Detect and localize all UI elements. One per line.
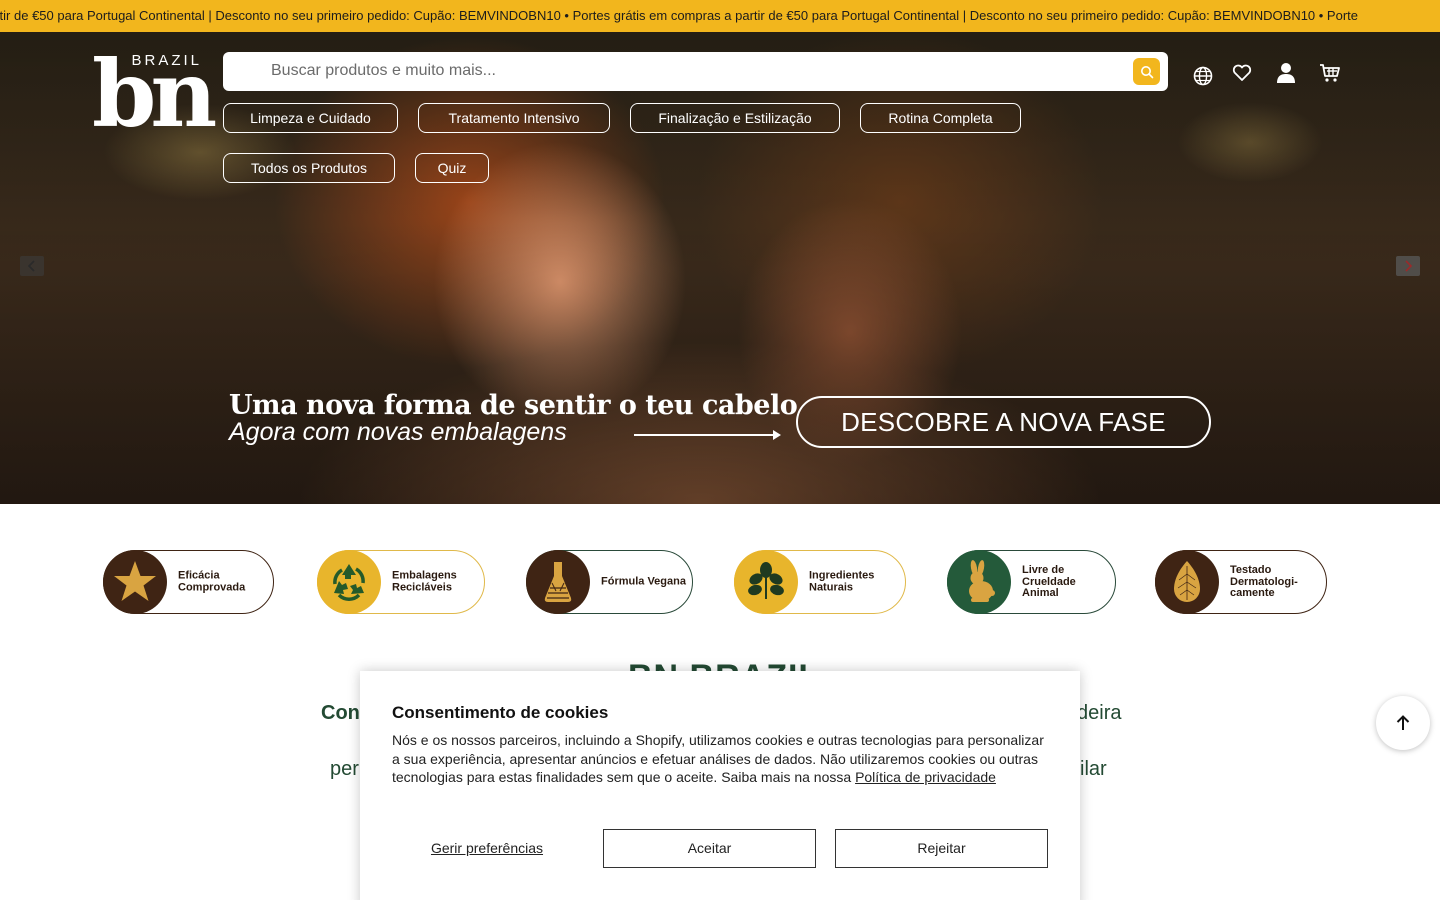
leaf-icon [748, 562, 784, 599]
badge-label: Fórmula Vegana [601, 575, 686, 588]
nav-item-tratamento[interactable]: Tratamento Intensivo [418, 103, 610, 133]
badge-dermatologico-circle [1155, 550, 1219, 614]
intro-text-fragment: deira [1077, 702, 1122, 724]
badge-eficacia-circle [103, 550, 167, 614]
nav-item-limpeza[interactable]: Limpeza e Cuidado [223, 103, 398, 133]
announcement-bar: artir de €50 para Portugal Continental |… [0, 0, 1440, 32]
hero-cta-button[interactable]: DESCOBRE A NOVA FASE [796, 396, 1211, 448]
badge-crueldade-circle [947, 550, 1011, 614]
star-icon [114, 561, 156, 601]
scroll-to-top-button[interactable] [1376, 696, 1430, 750]
nav-item-todos[interactable]: Todos os Produtos [223, 153, 395, 183]
reject-button[interactable]: Rejeitar [835, 829, 1048, 868]
cart-button[interactable] [1318, 61, 1342, 85]
badge-label: Testado Dermatologi- camente [1230, 563, 1298, 599]
announcement-text: artir de €50 para Portugal Continental |… [0, 8, 1359, 23]
arrow-up-icon [1396, 715, 1410, 730]
badge-label: Eficácia Comprovada [178, 569, 246, 593]
search-bar[interactable]: Buscar produtos e muito mais... [223, 52, 1168, 91]
hero-headline: Uma nova forma de sentir o teu cabelo [229, 390, 798, 421]
hero-subline: Agora com novas embalagens [229, 418, 567, 446]
manage-preferences-button[interactable]: Gerir preferências [392, 829, 582, 867]
search-input[interactable]: Buscar produtos e muito mais... [271, 62, 496, 80]
accept-button[interactable]: Aceitar [603, 829, 816, 868]
rabbit-icon [969, 560, 995, 602]
globe-icon [1193, 66, 1213, 86]
nav-item-finalizacao[interactable]: Finalização e Estilização [630, 103, 840, 133]
logo-bn-text: bn [92, 40, 217, 148]
intro-text-fragment: Con [321, 702, 360, 724]
badge-ingredientes: Ingredientes Naturais [734, 550, 906, 614]
badge-label: Embalagens Recicláveis [392, 569, 457, 593]
privacy-policy-link[interactable]: Política de privacidade [855, 769, 996, 785]
slider-prev-button[interactable] [20, 256, 44, 276]
chevron-left-icon [27, 260, 35, 272]
account-button[interactable] [1274, 61, 1298, 85]
cart-icon [1320, 64, 1340, 82]
badge-vegana-circle [526, 550, 590, 614]
badge-dermatologico: Testado Dermatologi- camente [1155, 550, 1327, 614]
badge-label: Livre de Crueldade Animal [1022, 563, 1076, 599]
slider-next-button[interactable] [1396, 256, 1420, 276]
recycle-icon [333, 564, 365, 601]
nav-item-rotina[interactable]: Rotina Completa [860, 103, 1021, 133]
search-icon [1140, 65, 1153, 78]
badge-label: Ingredientes Naturais [809, 569, 875, 593]
badge-embalagens-circle [317, 550, 381, 614]
heart-icon [1232, 64, 1252, 81]
user-icon [1277, 63, 1295, 83]
cookie-consent-dialog: Consentimento de cookies Nós e os nossos… [360, 671, 1080, 900]
hero-banner[interactable]: BRAZIL bn Buscar produtos e muito mais..… [0, 32, 1440, 504]
arrow-right-icon [634, 430, 781, 440]
badge-embalagens: Embalagens Recicláveis [317, 550, 485, 614]
search-button[interactable] [1133, 58, 1160, 85]
cookie-body: Nós e os nossos parceiros, incluindo a S… [392, 731, 1052, 787]
flask-icon [544, 562, 572, 602]
chevron-right-icon [1405, 260, 1413, 272]
brand-logo[interactable]: BRAZIL bn [92, 48, 217, 140]
badge-crueldade: Livre de Crueldade Animal [947, 550, 1116, 614]
language-button[interactable] [1191, 64, 1215, 88]
wishlist-button[interactable] [1230, 61, 1254, 85]
badge-vegana: Fórmula Vegana [526, 550, 693, 614]
intro-text-fragment: ilar [1080, 758, 1107, 780]
drop-icon [1174, 561, 1200, 602]
intro-text-fragment: per [330, 758, 359, 780]
badge-eficacia: Eficácia Comprovada [103, 550, 274, 614]
badge-ingredientes-circle [734, 550, 798, 614]
cookie-title: Consentimento de cookies [392, 703, 609, 722]
nav-item-quiz[interactable]: Quiz [415, 153, 489, 183]
